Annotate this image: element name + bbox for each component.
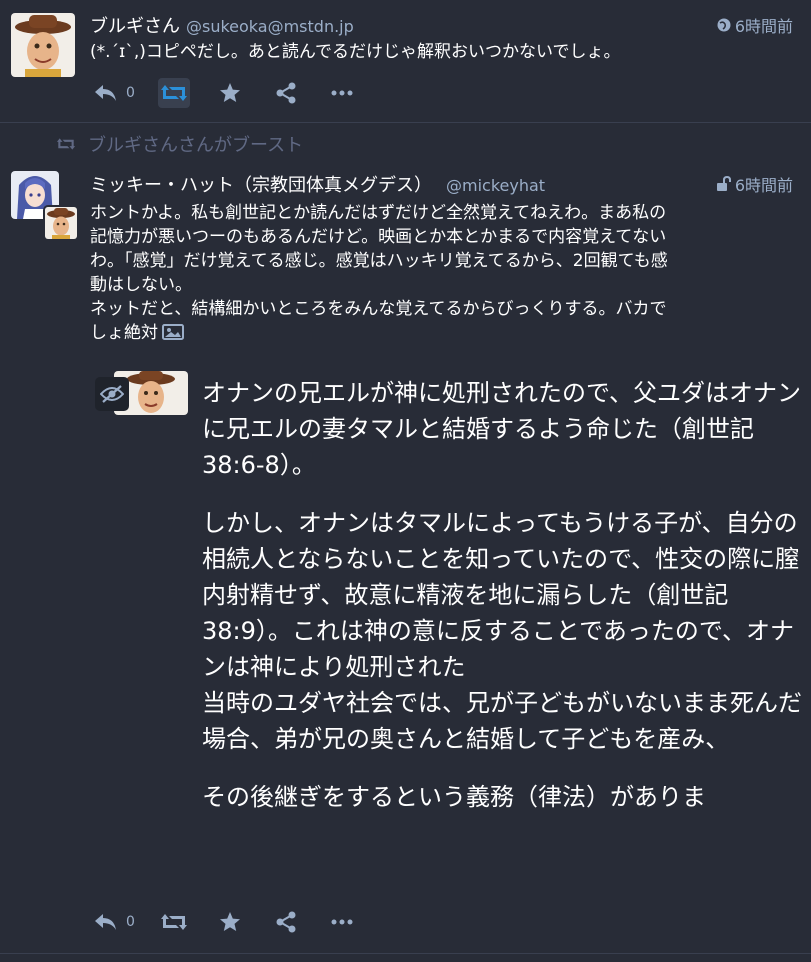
more-button[interactable] [326,78,358,108]
display-name-row[interactable]: ブルギさん @sukeoka@mstdn.jp [90,12,354,38]
content-line: わ。「感覚」だけ覚えてる感じ。感覚はハッキリ覚えてるから、2回観ても感 [90,251,668,271]
boost-notice: ブルギさんさんがブースト [56,131,303,157]
timestamp-text: 6時間前 [734,17,793,36]
account-handle[interactable]: @sukeoka@mstdn.jp [186,17,354,36]
content-line: しょ絶対 [90,323,158,343]
account-handle[interactable]: @mickeyhat [446,176,545,195]
status-content: ホントかよ。私も創世記とか読んだはずだけど全然覚えてねえわ。まあ私の 記憶力が悪… [90,201,798,345]
favourite-button[interactable] [214,907,246,937]
display-name[interactable]: ブルギさん [90,16,180,37]
boost-button[interactable] [158,907,190,937]
more-button[interactable] [326,907,358,937]
status-actions: 0 [90,78,358,108]
display-name[interactable]: ミッキー・ハット（宗教団体真メグデス） [90,175,432,196]
globe-icon [717,18,731,32]
share-icon [276,911,296,933]
media-paragraph: しかし、オナンはタマルによってもうける子が、自分の相続人とならないことを知ってい… [202,509,802,753]
content-line: 動はしない。 [90,275,192,295]
favourite-button[interactable] [214,78,246,108]
content-line-last: しょ絶対 [90,321,798,345]
reply-count: 0 [126,85,135,101]
share-icon [276,82,296,104]
timestamp[interactable]: 6時間前 [717,13,793,37]
boost-button[interactable] [158,78,190,108]
reply-button[interactable] [90,78,122,108]
content-line: ネットだと、結構細かいところをみんな覚えてるからびっくりする。バカで [90,299,667,319]
booster-avatar[interactable] [43,205,79,241]
ellipsis-icon [331,90,353,96]
timestamp[interactable]: 6時間前 [715,172,793,196]
content-line: ホントかよ。私も創世記とか読んだはずだけど全然覚えてねえわ。まあ私の [90,203,667,223]
share-button[interactable] [270,907,302,937]
status-actions: 0 [90,907,358,937]
unlock-icon [716,176,731,191]
hide-media-button[interactable] [95,377,129,411]
star-icon [220,912,240,931]
status-card: ブルギさんさんがブースト ミッキー・ハット（宗教団体真メグデス） @mickeyh… [0,123,811,954]
eye-slash-icon [100,385,124,403]
ellipsis-icon [331,919,353,925]
display-name-row[interactable]: ミッキー・ハット（宗教団体真メグデス） @mickeyhat [90,171,545,197]
star-icon [220,83,240,102]
avatar[interactable] [11,13,75,77]
reply-button[interactable] [90,907,122,937]
boost-icon [56,138,76,150]
image-icon [162,324,184,340]
reply-icon [95,85,116,101]
media-image-text: オナンの兄エルが神に処刑されたので、父ユダはオナンに兄エルの妻タマルと結婚するよ… [202,375,802,815]
boost-icon [161,85,187,101]
status-card: ブルギさん @sukeoka@mstdn.jp 6時間前 (*.´ɪ`,)コピペだ… [0,0,811,123]
boost-text[interactable]: ブルギさんさんがブースト [88,131,303,157]
content-line: 記憶力が悪いつーのもあるんだけど。映画とか本とかまるで内容覚えてない [90,227,667,247]
timestamp-text: 6時間前 [734,176,793,195]
reply-icon [95,914,116,930]
reply-count: 0 [126,914,135,930]
boost-icon [161,914,187,930]
media-paragraph: その後継ぎをするという義務（律法）がありま [202,783,706,811]
media-paragraph: オナンの兄エルが神に処刑されたので、父ユダはオナンに兄エルの妻タマルと結婚するよ… [202,379,802,479]
share-button[interactable] [270,78,302,108]
status-content: (*.´ɪ`,)コピペだし。あと読んでるだけじゃ解釈おいつかないでしょ。 [90,42,621,62]
media-gallery[interactable]: オナンの兄エルが神に処刑されたので、父ユダはオナンに兄エルの妻タマルと結婚するよ… [90,363,802,893]
